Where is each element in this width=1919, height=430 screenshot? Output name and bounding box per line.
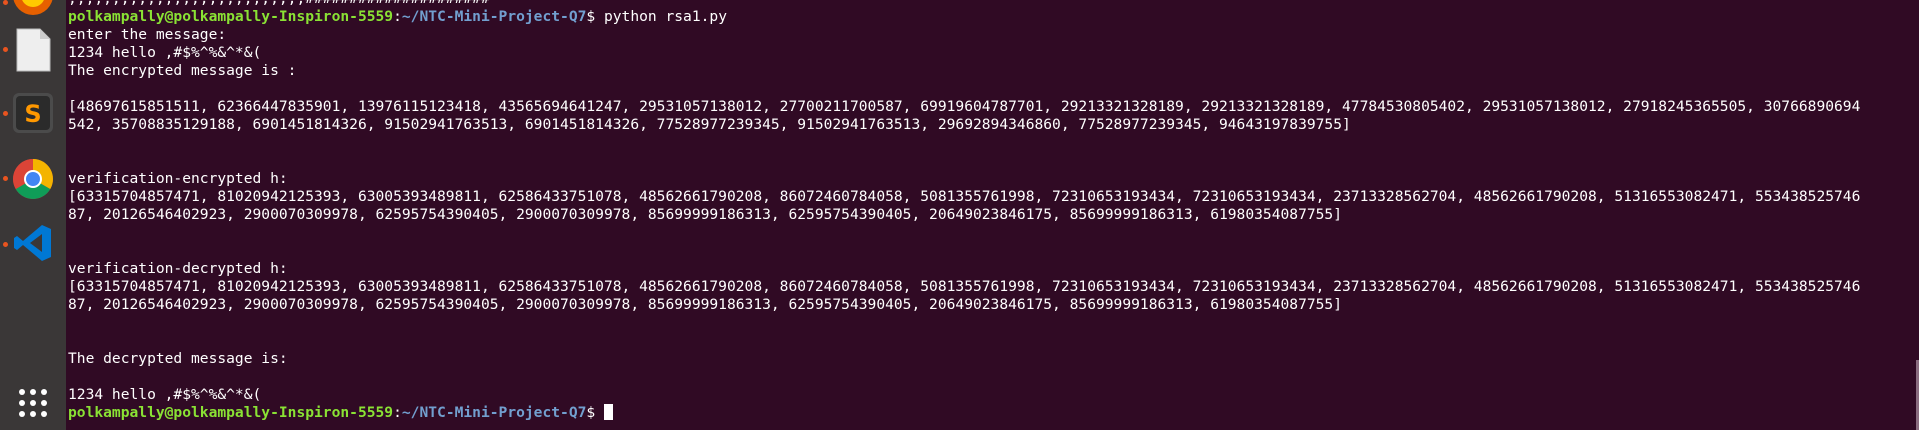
prompt-path: ~/NTC-Mini-Project-Q7 — [401, 8, 587, 25]
files-icon[interactable] — [8, 25, 58, 75]
output-line: 542, 35708835129188, 6901451814326, 9150… — [68, 116, 1351, 133]
launcher-dock: S — [0, 0, 66, 430]
output-line: The decrypted message is: — [68, 350, 288, 367]
output-line: [63315704857471, 81020942125393, 6300539… — [68, 278, 1861, 295]
output-line: ,,,,,,,,,,,,,,,,,,,,,,,,,,,#############… — [68, 0, 1919, 8]
output-line: 1234 hello ,#$%^%&^*&( — [68, 386, 262, 403]
vscode-icon[interactable] — [8, 218, 58, 268]
output-line: [48697615851511, 62366447835901, 1397611… — [68, 98, 1861, 115]
sublime-text-icon[interactable]: S — [8, 88, 58, 138]
firefox-icon[interactable] — [8, 0, 58, 20]
chrome-icon[interactable] — [8, 154, 58, 204]
svg-text:S: S — [24, 100, 41, 128]
text-cursor — [603, 404, 613, 420]
output-line: 1234 hello ,#$%^%&^*&( — [68, 44, 262, 61]
output-line: verification-encrypted h: — [68, 170, 288, 187]
prompt-user: polkampally@polkampally-Inspiron-5559 — [68, 8, 394, 25]
prompt-path: ~/NTC-Mini-Project-Q7 — [401, 404, 587, 421]
prompt-line: polkampally@polkampally-Inspiron-5559:~/… — [68, 8, 727, 25]
output-line: The encrypted message is : — [68, 62, 297, 79]
output-line: [63315704857471, 81020942125393, 6300539… — [68, 188, 1861, 205]
show-applications-icon[interactable] — [8, 378, 58, 428]
output-line: 87, 20126546402923, 2900070309978, 62595… — [68, 206, 1342, 223]
output-line: verification-decrypted h: — [68, 260, 288, 277]
output-line: 87, 20126546402923, 2900070309978, 62595… — [68, 296, 1342, 313]
prompt-line[interactable]: polkampally@polkampally-Inspiron-5559:~/… — [68, 404, 1919, 422]
prompt-user: polkampally@polkampally-Inspiron-5559 — [68, 404, 394, 421]
command-text: python rsa1.py — [603, 8, 727, 25]
output-line: enter the message: — [68, 26, 227, 43]
terminal-output[interactable]: ,,,,,,,,,,,,,,,,,,,,,,,,,,,#############… — [68, 0, 1919, 430]
